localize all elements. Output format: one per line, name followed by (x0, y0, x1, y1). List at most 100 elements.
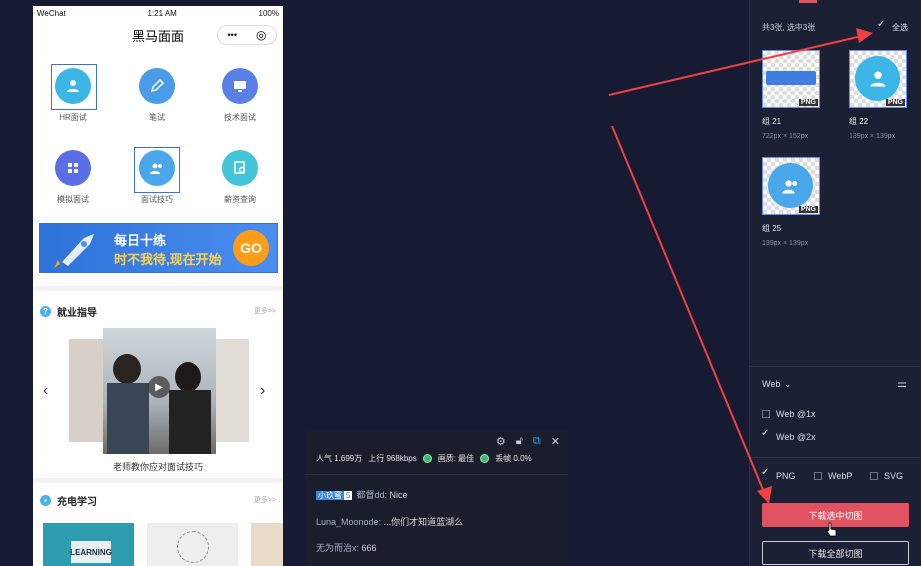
more-link[interactable]: 更多>> (254, 306, 276, 316)
course-thumb[interactable]: LEARNING (43, 523, 134, 566)
person-image (169, 390, 211, 454)
select-all-checkbox[interactable] (877, 19, 886, 32)
banner-preview (766, 71, 816, 85)
sliders-icon[interactable]: ⚌ (897, 377, 907, 390)
search-doc-icon (222, 150, 258, 186)
person-image (107, 383, 149, 454)
feature-grid: HR面试 笔试 技术面试 模拟面试 面试技巧 薪资查询 (33, 50, 283, 220)
slice-thumb-21[interactable]: PNG (762, 50, 820, 108)
live-stats: 人气 1.699万 上行 968kbps 画质: 最佳 丢帧 0.0% (305, 451, 568, 465)
lock-icon[interactable]: 🔓︎ (516, 435, 523, 448)
grid-item-written[interactable]: 笔试 (122, 68, 192, 123)
carousel-main-image[interactable]: ▶ (103, 328, 216, 454)
png-badge: PNG (798, 206, 818, 213)
checkbox[interactable] (870, 472, 878, 480)
go-button[interactable]: GO (233, 230, 269, 266)
hand-cursor-icon (826, 522, 837, 537)
png-badge: PNG (885, 99, 905, 106)
chat-user: 都督dd (356, 490, 385, 500)
divider (33, 478, 283, 483)
close-icon[interactable]: ✕ (551, 435, 560, 448)
frame-drop: 丢帧 0.0% (495, 453, 532, 463)
format-label: PNG (776, 471, 796, 481)
miniprogram-capsule[interactable]: ••• ◎ (217, 25, 277, 45)
more-link[interactable]: 更多>> (254, 495, 276, 505)
next-arrow-icon[interactable]: › (260, 382, 265, 400)
course-thumb[interactable] (147, 523, 238, 566)
slice-name: 组 21 (762, 117, 782, 126)
checkbox-checked[interactable] (761, 467, 770, 480)
chat-message: 无为而治x: 666 (316, 543, 377, 553)
divider (750, 457, 921, 458)
carousel-side-image (215, 339, 249, 442)
chevron-down-icon: ⌄ (784, 379, 792, 389)
checkbox-checked[interactable] (761, 428, 770, 441)
book-icon: ▪ (40, 494, 51, 506)
scale-label: Web @1x (776, 409, 816, 419)
grid-label: 模拟面试 (57, 195, 89, 204)
carrier: WeChat (37, 8, 66, 18)
chat-user: 无为而治x (316, 543, 357, 553)
drop-status-icon (480, 453, 490, 463)
question-icon: ? (40, 305, 51, 317)
users-icon (139, 150, 175, 186)
upload-rate: 上行 968kbps (368, 453, 417, 463)
slice-size: 139px × 139px (762, 240, 809, 247)
arrow-line (611, 125, 765, 493)
rocket-icon (54, 234, 94, 268)
grid-label: 笔试 (149, 113, 165, 122)
nav-bar: 黑马面面 ••• ◎ (33, 20, 283, 50)
users-icon (768, 163, 813, 208)
daily-practice-banner[interactable]: 每日十练 时不我待,现在开始 GO (39, 223, 278, 273)
grid-label: 技术面试 (224, 113, 256, 122)
monitor-icon (222, 68, 258, 104)
checkbox[interactable] (814, 472, 822, 480)
platform-select[interactable]: Web ⌄ (762, 379, 791, 389)
live-stream-panel: ⚙ 🔓︎ ⧉ ✕ 人气 1.699万 上行 968kbps 画质: 最佳 丢帧 … (305, 431, 568, 566)
chat-user: Luna_Moonode (316, 517, 379, 527)
play-icon[interactable]: ▶ (148, 376, 170, 398)
scale-option-2x[interactable]: Web @2x (761, 428, 816, 442)
format-label: SVG (884, 471, 904, 481)
settings-icon[interactable]: ⚙ (496, 435, 506, 448)
scale-label: Web @2x (776, 432, 816, 442)
format-png[interactable]: PNG (761, 467, 796, 481)
course-thumb[interactable] (251, 523, 283, 566)
png-badge: PNG (798, 99, 818, 106)
grid-item-mock[interactable]: 模拟面试 (38, 150, 108, 205)
format-svg[interactable]: SVG (870, 471, 903, 481)
close-icon[interactable]: ◎ (256, 28, 266, 42)
grid-item-tech[interactable]: 技术面试 (205, 68, 275, 123)
grid-label: HR面试 (59, 113, 87, 122)
grid-item-salary[interactable]: 薪资查询 (205, 150, 275, 205)
checkbox[interactable] (762, 410, 770, 418)
carousel-side-image (69, 339, 104, 442)
select-all[interactable]: 全选 (877, 19, 908, 33)
pencil-icon (139, 68, 175, 104)
share-icon[interactable]: ⧉ (533, 435, 541, 448)
scale-option-1x[interactable]: Web @1x (762, 409, 816, 419)
phone-preview: WeChat 1:21 AM 100% 黑马面面 ••• ◎ HR面试 笔试 技… (33, 6, 283, 566)
user-icon (855, 56, 900, 101)
live-toolbar: ⚙ 🔓︎ ⧉ ✕ (305, 431, 568, 451)
selection-count: 共3张, 选中3张 (762, 23, 816, 32)
quality: 画质: 最佳 (437, 453, 475, 463)
select-all-label: 全选 (892, 23, 908, 32)
slice-thumb-25[interactable]: PNG (762, 157, 820, 215)
chat-text: Nice (389, 490, 408, 500)
battery: 100% (258, 8, 279, 18)
section-title: 充电学习 (57, 496, 97, 508)
slice-thumb-22[interactable]: PNG (849, 50, 907, 108)
more-icon[interactable]: ••• (228, 30, 237, 40)
format-label: WebP (828, 471, 853, 481)
slice-name: 组 25 (762, 224, 782, 233)
popularity: 人气 1.699万 (316, 453, 363, 463)
carousel-caption: 老师教你应对面试技巧 (112, 462, 203, 472)
format-webp[interactable]: WebP (814, 471, 852, 481)
prev-arrow-icon[interactable]: ‹ (43, 382, 48, 400)
status-bar: WeChat 1:21 AM 100% (33, 6, 283, 20)
download-all-button[interactable]: 下载全部切图 (762, 541, 909, 565)
grid-item-tips[interactable]: 面试技巧 (122, 150, 192, 205)
banner-line1: 每日十练 (114, 233, 167, 248)
grid-item-hr[interactable]: HR面试 (38, 68, 108, 123)
